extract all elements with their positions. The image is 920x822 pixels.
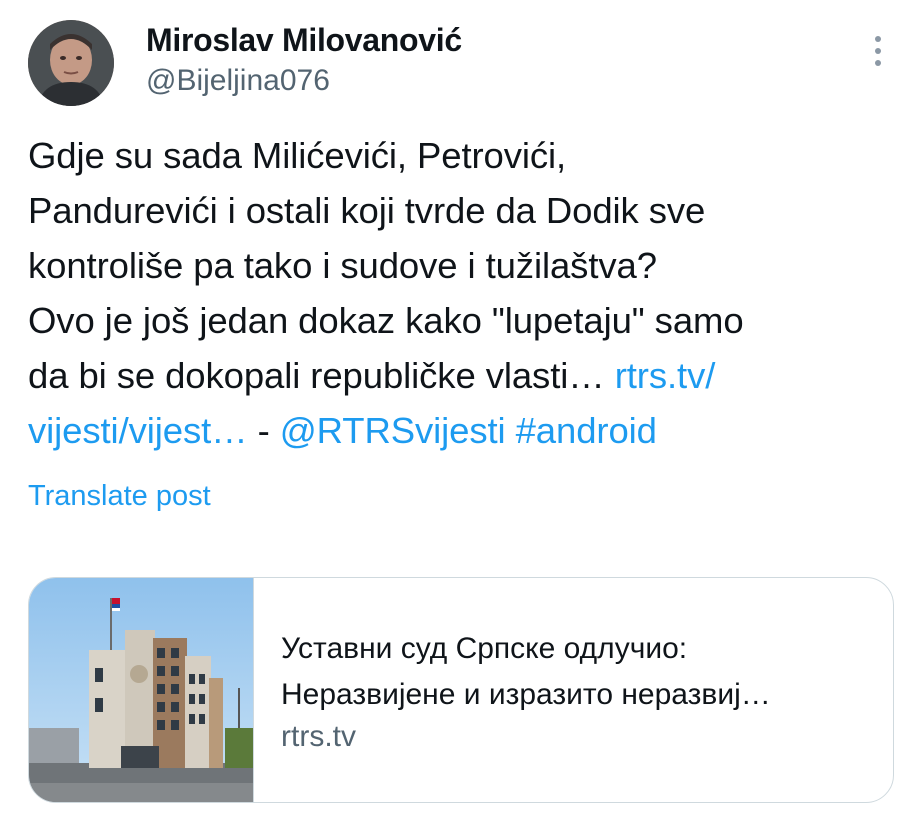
author-name[interactable]: Miroslav Milovanović	[146, 22, 462, 59]
post-separator: -	[247, 410, 280, 451]
author-avatar[interactable]	[28, 20, 114, 106]
card-title: Уставни суд Српске одлучио: Неразвијене …	[281, 626, 881, 718]
article-thumbnail	[29, 578, 254, 802]
more-vertical-icon[interactable]	[866, 36, 890, 76]
card-title-line-1: Уставни суд Српске одлучио:	[281, 632, 688, 665]
author-handle[interactable]: @Bijeljina076	[146, 64, 330, 98]
card-domain: rtrs.tv	[281, 720, 356, 753]
translate-post-button[interactable]: Translate post	[28, 480, 211, 513]
hashtag-link[interactable]: #android	[516, 410, 657, 451]
post-text: Gdje su sada Milićevići, Petrovići, Pand…	[28, 128, 903, 458]
link-preview-card[interactable]: Уставни суд Српске одлучио: Неразвијене …	[28, 577, 894, 803]
card-title-line-2: Неразвијене и изразито неразвиј…	[281, 678, 771, 711]
mention-link[interactable]: @RTRSvijesti	[280, 410, 506, 451]
